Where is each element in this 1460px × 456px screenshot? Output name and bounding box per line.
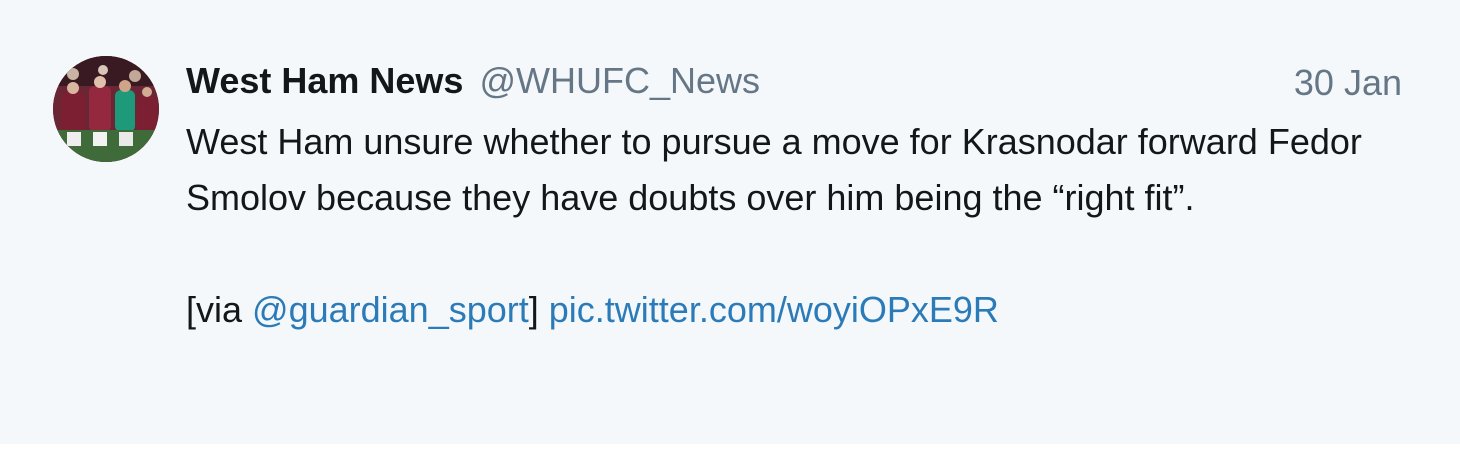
media-link[interactable]: pic.twitter.com/woyiOPxE9R	[549, 289, 999, 330]
team-photo-avatar-icon	[53, 56, 159, 162]
author-display-name[interactable]: West Ham News	[186, 60, 463, 102]
tweet-text: West Ham unsure whether to pursue a move…	[186, 121, 1362, 218]
tweet-timestamp[interactable]: 30 Jan	[1294, 62, 1402, 104]
tweet-source-line: [via @guardian_sport] pic.twitter.com/wo…	[186, 282, 1416, 338]
via-suffix: ]	[528, 289, 539, 330]
tweet-card[interactable]: West Ham News @WHUFC_News 30 Jan West Ha…	[0, 0, 1460, 444]
tweet-body: West Ham unsure whether to pursue a move…	[186, 114, 1416, 338]
avatar[interactable]	[53, 56, 159, 162]
tweet-header: West Ham News @WHUFC_News	[186, 60, 760, 104]
mention-link[interactable]: @guardian_sport	[252, 289, 529, 330]
via-prefix: [via	[186, 289, 253, 330]
author-handle[interactable]: @WHUFC_News	[479, 60, 760, 102]
